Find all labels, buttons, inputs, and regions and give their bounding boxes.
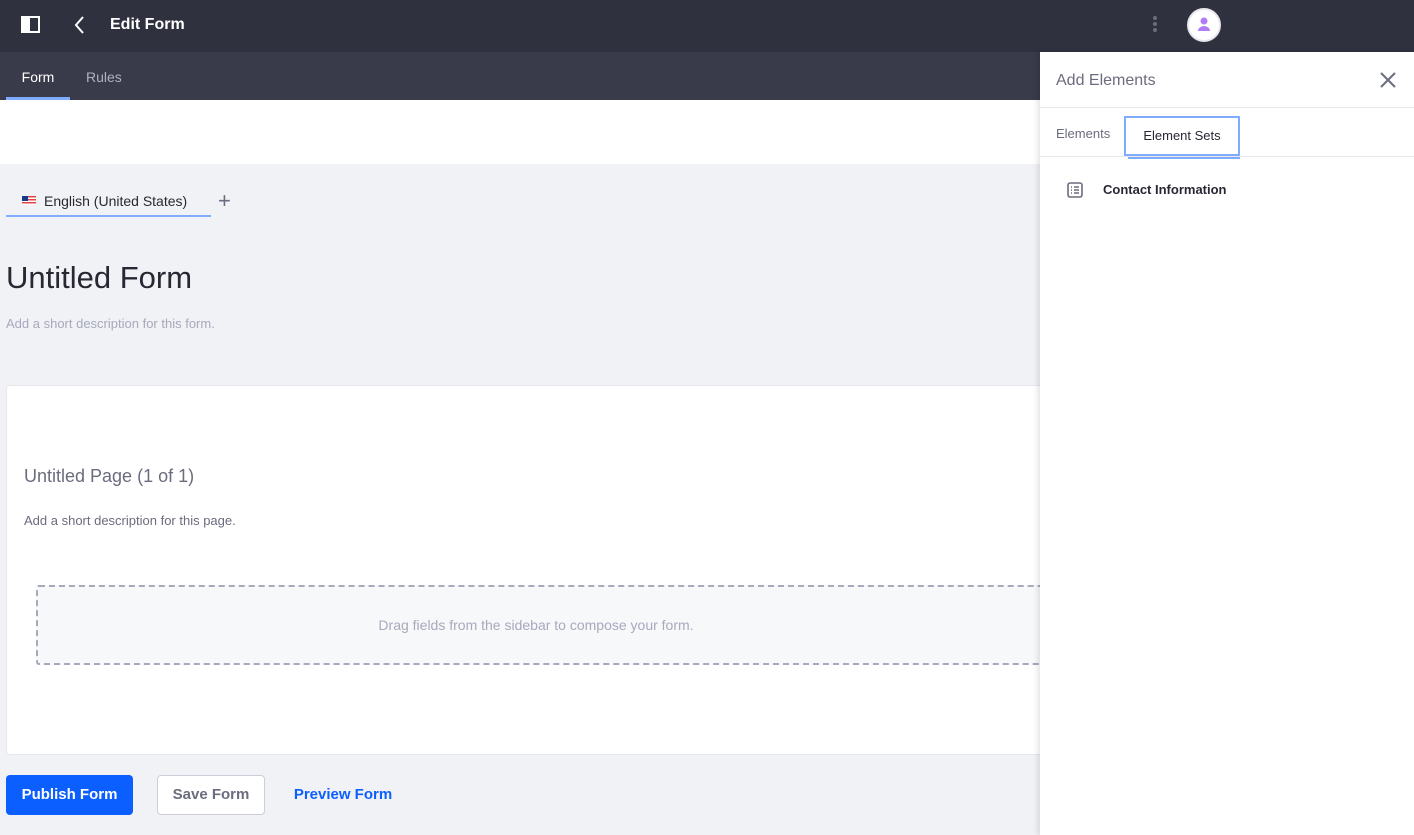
- save-form-button[interactable]: Save Form: [157, 775, 265, 815]
- drop-zone[interactable]: Drag fields from the sidebar to compose …: [36, 585, 1096, 665]
- sidebar-toggle-icon[interactable]: [21, 16, 40, 33]
- language-tab[interactable]: English (United States): [6, 186, 211, 217]
- tab-bar: Form Rules: [0, 52, 1040, 100]
- back-chevron-icon[interactable]: [72, 14, 88, 36]
- form-title[interactable]: Untitled Form: [6, 260, 192, 296]
- preview-form-link[interactable]: Preview Form: [283, 775, 403, 815]
- page-title-input[interactable]: Untitled Page (1 of 1): [24, 466, 194, 487]
- tab-rules[interactable]: Rules: [86, 52, 122, 100]
- page-description-input[interactable]: Add a short description for this page.: [24, 513, 236, 528]
- close-icon[interactable]: [1379, 71, 1397, 89]
- add-language-plus-icon[interactable]: +: [218, 190, 231, 212]
- divider: [1040, 107, 1414, 108]
- user-avatar-icon[interactable]: [1187, 8, 1221, 42]
- form-description-input[interactable]: Add a short description for this form.: [6, 316, 215, 331]
- element-set-label: Contact Information: [1103, 182, 1227, 197]
- list-icon: [1067, 182, 1083, 198]
- tab-element-sets[interactable]: Element Sets: [1124, 116, 1240, 159]
- language-label: English (United States): [44, 193, 188, 209]
- tab-elements[interactable]: Elements: [1056, 116, 1110, 156]
- us-flag-icon: [22, 196, 36, 205]
- form-page-card: Untitled Page (1 of 1) Add a short descr…: [6, 385, 1106, 755]
- sidebar-title: Add Elements: [1056, 72, 1156, 89]
- divider: [1040, 156, 1414, 157]
- tab-form[interactable]: Form: [6, 52, 70, 100]
- top-bar: Edit Form: [0, 0, 1414, 52]
- toolbar-strip: [0, 100, 1040, 164]
- page-title: Edit Form: [110, 16, 185, 33]
- element-set-item[interactable]: Contact Information: [1040, 170, 1414, 210]
- add-elements-sidebar: Add Elements Elements Element Sets Conta…: [1040, 52, 1414, 835]
- kebab-menu-icon[interactable]: [1150, 16, 1160, 36]
- publish-form-button[interactable]: Publish Form: [6, 775, 133, 815]
